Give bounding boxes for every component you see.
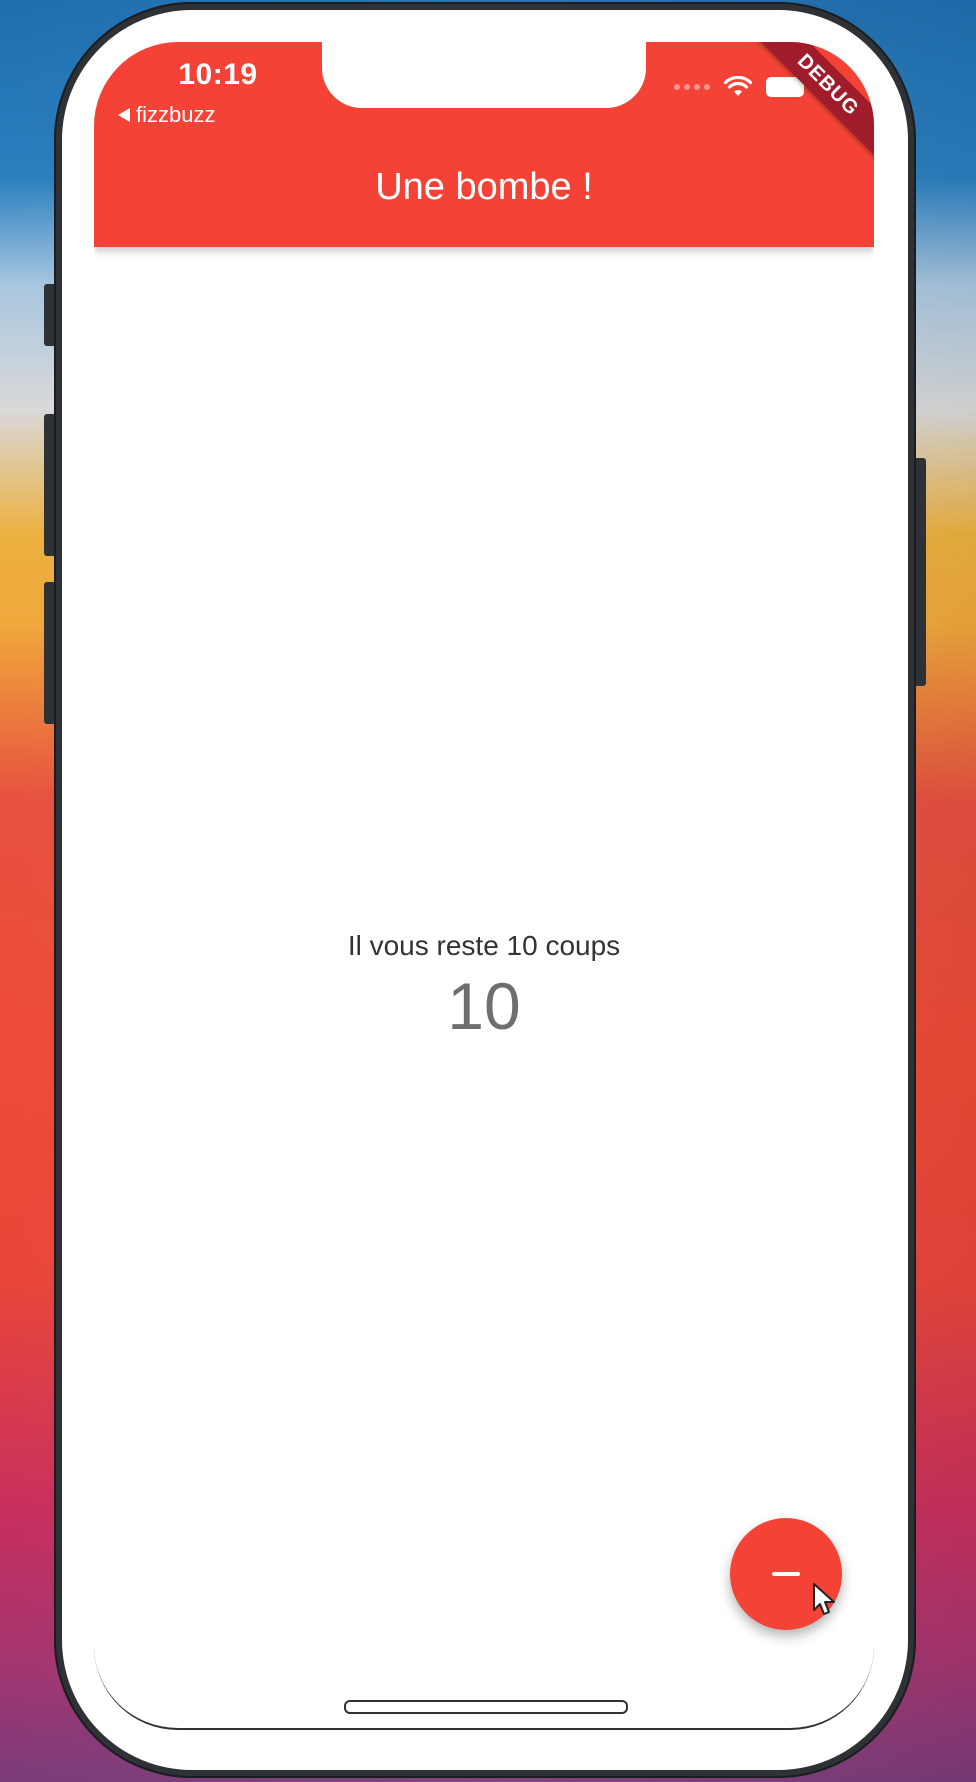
back-app-label: fizzbuzz <box>136 102 216 127</box>
app-bar: 10:19 fizzbuzz Une bombe ! DEBUG <box>94 42 874 247</box>
phone-screen: 10:19 fizzbuzz Une bombe ! DEBUG Il vous… <box>94 42 874 1730</box>
mouse-cursor-icon <box>812 1582 838 1623</box>
minus-icon <box>772 1572 800 1576</box>
power-button <box>916 458 926 686</box>
back-to-app-link[interactable]: fizzbuzz <box>118 102 215 128</box>
page-title: Une bombe ! <box>375 166 593 208</box>
debug-banner: DEBUG <box>752 42 874 161</box>
back-arrow-icon <box>118 108 130 122</box>
mute-switch <box>44 284 54 346</box>
counter-label: Il vous reste 10 coups <box>347 930 621 961</box>
counter-value: 10 <box>447 969 521 1043</box>
status-indicators <box>674 76 804 98</box>
status-time: 10:19 <box>178 58 258 91</box>
volume-up-button <box>44 414 54 556</box>
notch <box>322 42 646 108</box>
home-indicator[interactable] <box>344 1700 628 1714</box>
signal-icon <box>674 84 710 90</box>
wifi-icon <box>724 76 752 98</box>
volume-down-button <box>44 582 54 724</box>
